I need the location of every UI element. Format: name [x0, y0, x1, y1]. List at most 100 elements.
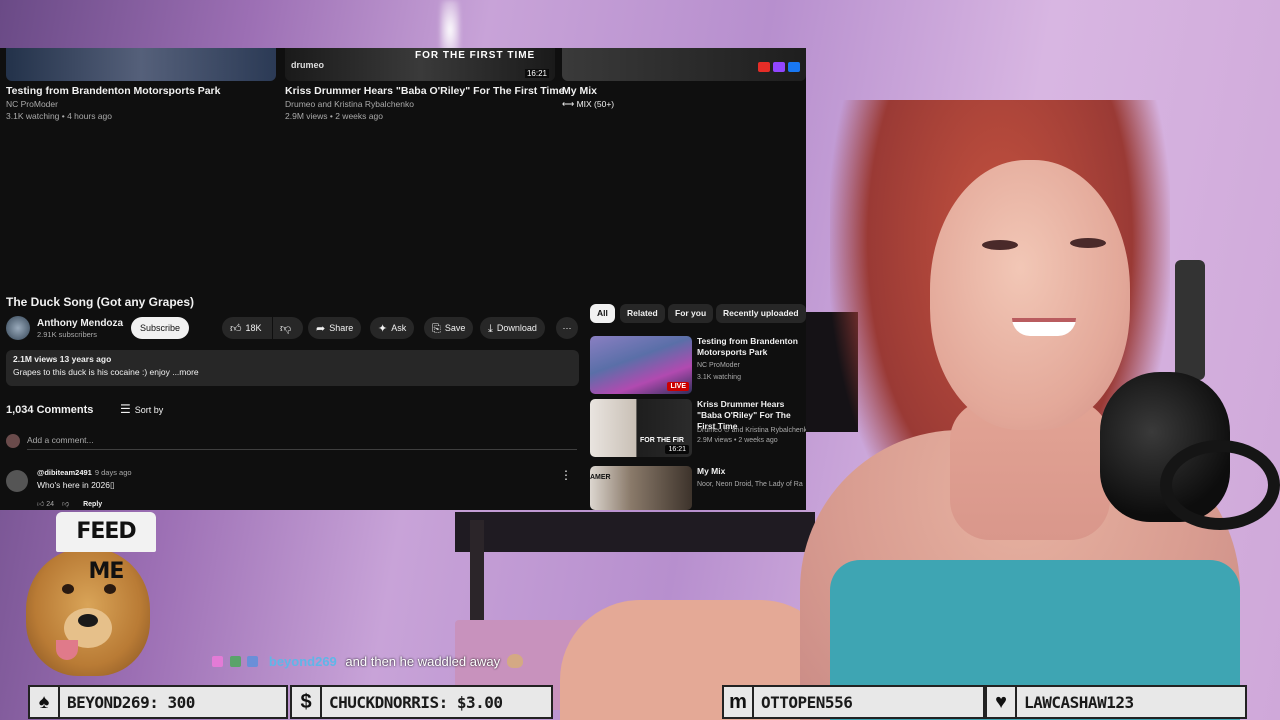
share-label: Share: [329, 323, 354, 333]
comment-reply-button[interactable]: Reply: [83, 501, 102, 508]
streamer-eye-left: [982, 240, 1018, 250]
event-bar-follower: ♥ LAWCASHAW123: [985, 685, 1247, 719]
recommendation-channel: NC ProModer: [697, 362, 740, 369]
more-actions-button[interactable]: ⋯: [556, 317, 578, 339]
member-icon: m: [724, 687, 754, 717]
comments-count: 1,034 Comments: [6, 404, 94, 416]
event-bar-member: m OTTOPEN556: [722, 685, 985, 719]
commenter-avatar[interactable]: [6, 470, 28, 492]
share-button[interactable]: ➦ Share: [308, 317, 362, 339]
event-bar-label: CHUCKDNORRIS: $3.00: [329, 692, 503, 712]
top-card-3[interactable]: My Mix ⟷ MIX (50+): [562, 48, 806, 110]
channel-name[interactable]: Anthony Mendoza: [37, 318, 123, 329]
thumb-overlay-text: FOR THE FIR: [640, 437, 684, 444]
mic-arm: [1175, 260, 1205, 380]
mix-count: MIX (50+): [576, 99, 615, 109]
top-card-thumbnail[interactable]: [6, 48, 276, 81]
recommendation-item[interactable]: LIVE Testing from Brandenton Motorsports…: [590, 336, 806, 396]
dog-nose: [78, 614, 98, 627]
chip-all[interactable]: All: [590, 304, 615, 323]
like-button[interactable]: 👍︎ 18K: [222, 317, 272, 339]
chip-related[interactable]: Related: [620, 304, 665, 323]
chat-message-text: and then he waddled away: [345, 654, 501, 669]
recommendation-filter-chips: All Related For you Recently uploaded: [590, 304, 806, 324]
recommendation-meta: 2.9M views • 2 weeks ago: [697, 437, 778, 444]
mix-label: ⟷ MIX (50+): [562, 99, 806, 110]
comment-like-icon[interactable]: 👍︎: [37, 501, 44, 508]
duration-badge: 16:21: [665, 445, 689, 454]
recommendation-channel: Noor, Neon Droid, The Lady of Ra: [697, 481, 803, 488]
chip-for-you[interactable]: For you: [668, 304, 714, 323]
add-comment-placeholder[interactable]: Add a comment...: [27, 435, 94, 445]
duck-emote-icon: [506, 654, 523, 668]
recommendation-thumbnail[interactable]: LIVE: [590, 336, 692, 394]
top-card-1[interactable]: Testing from Brandenton Motorsports Park…: [6, 48, 276, 121]
channel-avatar[interactable]: [6, 316, 30, 340]
comment-menu-icon[interactable]: ⋮: [560, 468, 572, 482]
top-card-2[interactable]: drumeo FOR THE FIRST TIME 16:21 Kriss Dr…: [285, 48, 565, 121]
top-card-title[interactable]: Kriss Drummer Hears "Baba O'Riley" For T…: [285, 85, 565, 97]
prime-badge-icon: [247, 656, 259, 667]
download-button[interactable]: ⤓ Download: [480, 317, 545, 339]
save-button[interactable]: ⎘ Save: [424, 317, 474, 339]
description-text[interactable]: Grapes to this duck is his cocaine :) en…: [13, 367, 572, 377]
dislike-button[interactable]: 👎︎: [273, 317, 303, 339]
recommendation-item[interactable]: FOR THE FIR 16:21 Kriss Drummer Hears "B…: [590, 399, 806, 459]
bits-badge-icon: [229, 656, 241, 667]
recommendation-channel: Drumeo ⊙ and Kristina Rybalchenko: [697, 427, 806, 434]
top-card-title[interactable]: Testing from Brandenton Motorsports Park: [6, 85, 276, 97]
chat-username: beyond269: [268, 654, 337, 669]
download-icon: ⤓: [488, 323, 493, 335]
comment-author[interactable]: @dibiteam2491 9 days ago: [37, 468, 132, 477]
thumbs-down-icon: 👎︎: [280, 323, 292, 335]
chat-message: beyond269 and then he waddled away: [212, 654, 523, 669]
bookmark-icon: ⎘: [432, 323, 441, 335]
comment-underline: [27, 449, 577, 450]
twitch-icon: [773, 62, 785, 72]
youtube-browser-capture: Testing from Brandenton Motorsports Park…: [0, 48, 806, 510]
add-comment-field[interactable]: Add a comment...: [6, 434, 577, 450]
description-box[interactable]: 2.1M views 13 years ago Grapes to this d…: [6, 350, 579, 386]
recommendation-thumbnail[interactable]: AMER: [590, 466, 692, 510]
view-stats: 2.1M views 13 years ago: [13, 354, 112, 364]
comment-like-count: 24: [46, 501, 55, 508]
subscriber-count: 2.91K subscribers: [37, 330, 98, 339]
video-title: The Duck Song (Got any Grapes): [6, 295, 195, 309]
comment-time: 9 days ago: [94, 468, 132, 477]
channel-action-row: Anthony Mendoza 2.91K subscribers Subscr…: [6, 316, 586, 340]
drumeo-logo: drumeo: [291, 60, 325, 70]
youtube-icon: [758, 62, 770, 72]
comment-dislike-icon[interactable]: 👎︎: [62, 501, 69, 508]
streamer-eye-right: [1070, 238, 1106, 248]
ask-button[interactable]: ✦ Ask: [370, 317, 415, 339]
recommendation-title[interactable]: Testing from Brandenton Motorsports Park: [697, 336, 806, 358]
share-icon: ➦: [316, 323, 326, 335]
recommendation-thumbnail[interactable]: FOR THE FIR 16:21: [590, 399, 692, 457]
top-card-thumbnail[interactable]: [562, 48, 806, 81]
ask-label: Ask: [391, 323, 407, 333]
feed-me-hat: FEED ME: [56, 512, 156, 584]
heart-icon: ♥: [987, 687, 1017, 717]
top-card-title[interactable]: My Mix: [562, 85, 806, 97]
spade-icon: ♠: [30, 687, 60, 717]
top-card-thumbnail[interactable]: drumeo FOR THE FIRST TIME 16:21: [285, 48, 555, 81]
download-label: Download: [496, 323, 537, 333]
recommendation-title[interactable]: My Mix: [697, 466, 806, 477]
event-bar-tip: ♠ BEYOND269: 300: [28, 685, 288, 719]
comment-actions: 👍︎ 24 👎︎ Reply: [37, 499, 102, 508]
event-bar-label: OTTOPEN556: [761, 692, 853, 712]
subscribe-button[interactable]: Subscribe: [131, 317, 189, 339]
comment-item: @dibiteam2491 9 days ago Who's here in 20…: [6, 468, 576, 510]
thumb-overlay-text: AMER: [590, 474, 611, 481]
recommendation-item[interactable]: AMER My Mix Noor, Neon Droid, The Lady o…: [590, 466, 806, 510]
save-label: Save: [444, 323, 466, 333]
subscriber-badge-icon: [212, 656, 223, 667]
chip-recently-uploaded[interactable]: Recently uploaded: [716, 304, 806, 323]
sort-by-button[interactable]: ☰ Sort by: [120, 402, 163, 416]
mic-shock-mount: [1160, 440, 1280, 530]
comment-author-handle[interactable]: @dibiteam2491: [37, 468, 92, 477]
dog-eye-left: [62, 584, 74, 594]
streamer-face: [930, 160, 1130, 430]
user-avatar: [6, 434, 20, 448]
top-card-meta: 3.1K watching • 4 hours ago: [6, 111, 112, 121]
